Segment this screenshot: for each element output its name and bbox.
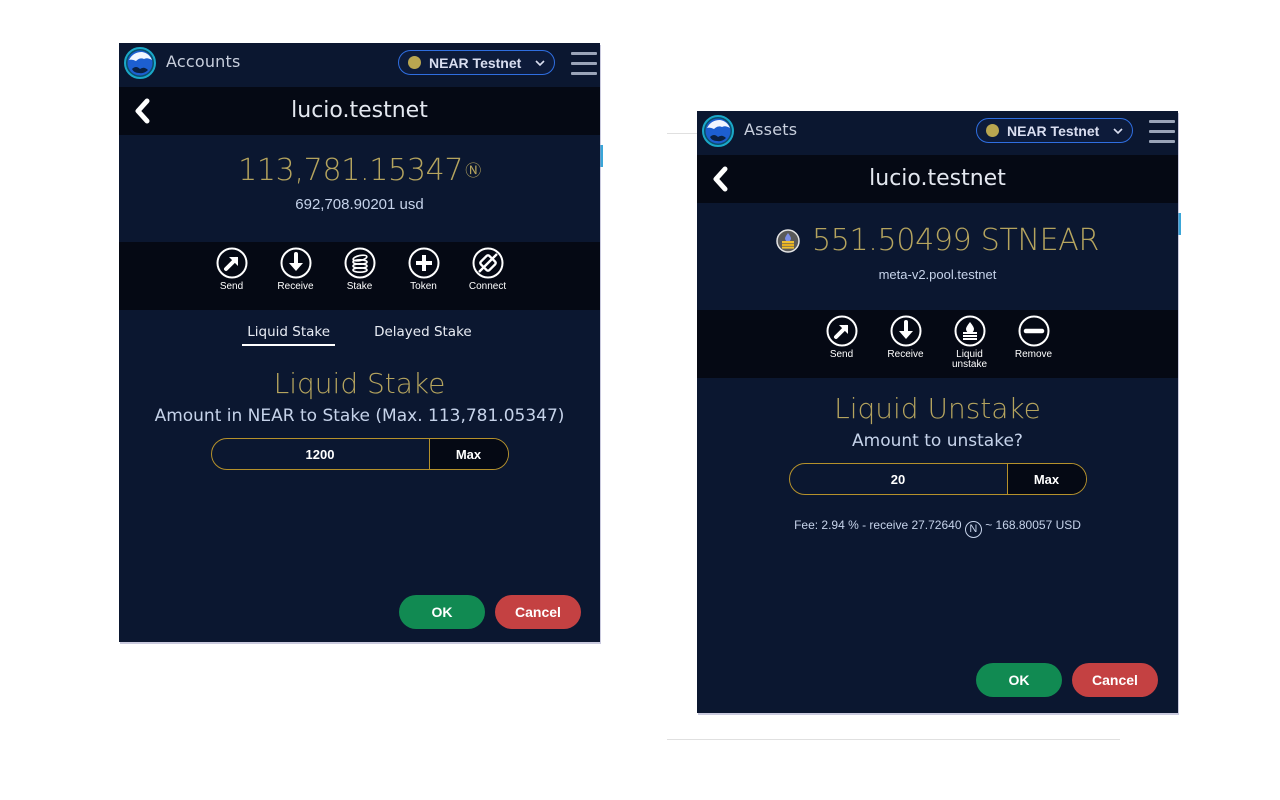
send-arrow-icon	[216, 247, 248, 279]
app-logo-icon[interactable]	[124, 47, 156, 79]
action-label: Token	[410, 281, 437, 292]
menu-hamburger-icon[interactable]	[1149, 120, 1175, 144]
stnear-token-icon	[776, 229, 800, 253]
tab-liquid-stake[interactable]: Liquid Stake	[242, 324, 336, 346]
token-button[interactable]: Token	[392, 247, 456, 310]
form-subtitle: Amount in NEAR to Stake (Max. 113,781.05…	[154, 406, 565, 426]
token-contract: meta-v2.pool.testnet	[878, 267, 997, 282]
cancel-button[interactable]: Cancel	[495, 595, 581, 629]
token-balance-section: 551.50499 STNEAR meta-v2.pool.testnet	[697, 203, 1178, 310]
chevron-down-icon	[1113, 126, 1123, 136]
background-accent	[600, 145, 603, 167]
top-bar: Assets NEAR Testnet	[697, 111, 1178, 155]
send-arrow-icon	[826, 315, 858, 347]
stake-tabs: Liquid Stake Delayed Stake	[119, 324, 600, 346]
max-button[interactable]: Max	[429, 439, 508, 469]
fee-usd: ~ 168.80057 USD	[985, 518, 1081, 532]
unstake-panel: Assets NEAR Testnet lucio.testnet 551.50…	[697, 111, 1178, 713]
network-status-dot	[986, 124, 999, 137]
network-label: NEAR Testnet	[1007, 122, 1100, 139]
account-name: lucio.testnet	[291, 98, 428, 123]
send-button[interactable]: Send	[810, 315, 874, 378]
usd-balance: 692,708.90201 usd	[295, 196, 424, 213]
amount-field-group: Max	[210, 438, 509, 470]
balance-section: 113,781.15347 Ⓝ 692,708.90201 usd	[119, 135, 600, 242]
action-label: Receive	[277, 281, 314, 292]
action-label: Stake	[346, 281, 373, 292]
token-amount: 551.50499 STNEAR	[811, 223, 1100, 258]
network-status-dot	[408, 56, 421, 69]
receive-button[interactable]: Receive	[874, 315, 938, 378]
action-label: Receive	[887, 349, 924, 360]
background-divider	[667, 133, 697, 134]
section-title: Accounts	[166, 52, 241, 71]
liquid-unstake-button[interactable]: Liquid unstake	[938, 315, 1002, 378]
max-button[interactable]: Max	[1007, 464, 1086, 494]
connect-plug-icon	[472, 247, 504, 279]
cancel-button[interactable]: Cancel	[1072, 663, 1158, 697]
stake-amount-input[interactable]	[211, 439, 430, 469]
account-name: lucio.testnet	[869, 166, 1006, 191]
near-symbol-icon: Ⓝ	[465, 161, 481, 180]
ok-button[interactable]: OK	[976, 663, 1062, 697]
network-selector[interactable]: NEAR Testnet	[398, 50, 555, 75]
ok-button[interactable]: OK	[399, 595, 485, 629]
stake-button[interactable]: Stake	[328, 247, 392, 310]
account-header: lucio.testnet	[697, 155, 1178, 203]
menu-hamburger-icon[interactable]	[571, 52, 597, 76]
tab-delayed-stake[interactable]: Delayed Stake	[369, 324, 477, 346]
unstake-amount-input[interactable]	[789, 464, 1008, 494]
app-logo-icon[interactable]	[702, 115, 734, 147]
section-title: Assets	[744, 120, 798, 139]
receive-arrow-icon	[280, 247, 312, 279]
send-button[interactable]: Send	[200, 247, 264, 310]
action-label: Send	[829, 349, 854, 360]
form-title: Liquid Unstake	[834, 392, 1041, 425]
background-accent	[1178, 213, 1181, 235]
amount-field-group: Max	[788, 463, 1087, 495]
form-title: Liquid Stake	[273, 367, 446, 400]
network-selector[interactable]: NEAR Testnet	[976, 118, 1133, 143]
connect-button[interactable]: Connect	[456, 247, 520, 310]
action-label: Send	[219, 281, 244, 292]
fee-text: Fee: 2.94 % - receive 27.72640	[794, 518, 962, 532]
stake-panel: Accounts NEAR Testnet lucio.testnet 113,…	[119, 43, 600, 642]
near-symbol-icon: N	[964, 521, 982, 538]
action-label: Liquid unstake	[951, 349, 988, 370]
token-balance: 551.50499 STNEAR	[697, 203, 1178, 258]
receive-arrow-icon	[890, 315, 922, 347]
receive-button[interactable]: Receive	[264, 247, 328, 310]
background-divider	[667, 739, 1120, 740]
near-balance: 113,781.15347 Ⓝ	[119, 135, 600, 188]
action-label: Connect	[468, 281, 507, 292]
minus-icon	[1018, 315, 1050, 347]
liquid-unstake-icon	[954, 315, 986, 347]
account-header: lucio.testnet	[119, 87, 600, 135]
action-bar: Send Receive Stake Token Connect	[119, 242, 600, 310]
action-bar: Send Receive Liquid unstake Remove	[697, 310, 1178, 378]
top-bar: Accounts NEAR Testnet	[119, 43, 600, 87]
fee-info: Fee: 2.94 % - receive 27.72640 N ~ 168.8…	[697, 518, 1178, 538]
chevron-down-icon	[535, 58, 545, 68]
remove-button[interactable]: Remove	[1002, 315, 1066, 378]
form-subtitle: Amount to unstake?	[852, 431, 1023, 451]
action-label: Remove	[1014, 349, 1053, 360]
plus-icon	[408, 247, 440, 279]
stake-coins-icon	[344, 247, 376, 279]
network-label: NEAR Testnet	[429, 54, 522, 71]
balance-amount: 113,781.15347	[238, 153, 464, 188]
